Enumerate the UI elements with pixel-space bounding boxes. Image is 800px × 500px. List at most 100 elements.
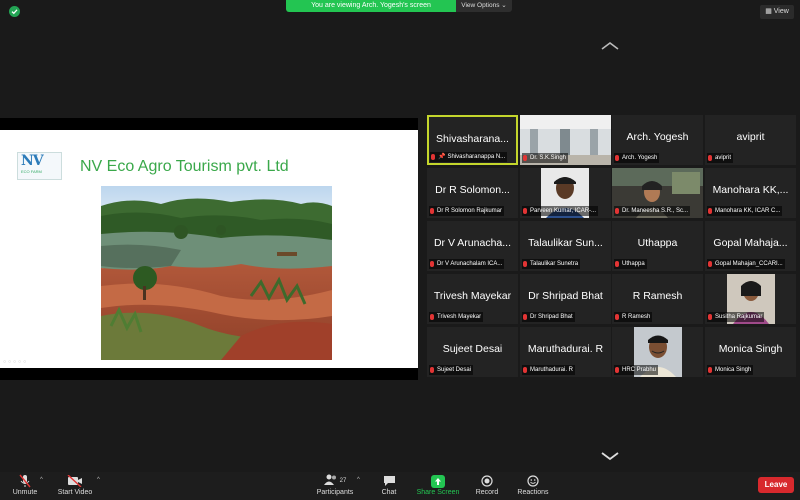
muted-mic-icon — [430, 314, 434, 320]
chat-icon — [377, 474, 401, 488]
start-video-button[interactable]: Start Video — [55, 474, 95, 496]
participant-name-tag: Gopal Mahajan_CCARI... — [707, 259, 785, 269]
meeting-toolbar: Unmute ^ Start Video ^ 27 Participants ^… — [0, 472, 800, 500]
participant-name-tag: Dr Shripad Bhat — [522, 312, 575, 322]
chat-button[interactable]: Chat — [377, 474, 401, 496]
participant-tile[interactable]: Susitha Rajkumar — [705, 274, 796, 324]
participant-name-tag: Monica Singh — [707, 365, 754, 375]
share-screen-icon — [414, 474, 462, 488]
participant-tile[interactable]: Talaulikar Sun... Talaulikar Sunetra — [520, 221, 611, 271]
slide-title: NV Eco Agro Tourism pvt. Ltd — [80, 158, 289, 175]
participant-display-name: Arch. Yogesh — [626, 131, 689, 143]
participant-name-tag: Sujeet Desai — [429, 365, 474, 375]
participant-display-name: R Ramesh — [632, 290, 683, 302]
participant-tile[interactable]: HRC Prabhu — [612, 327, 703, 377]
participant-tile[interactable]: R Ramesh R Ramesh — [612, 274, 703, 324]
encryption-shield-icon[interactable] — [9, 6, 20, 17]
participant-name-tag: Dr V Arunachalam ICA... — [429, 259, 505, 269]
muted-mic-icon — [430, 367, 434, 373]
reactions-button[interactable]: Reactions — [515, 474, 551, 496]
participant-tile[interactable]: Uthappa Uthappa — [612, 221, 703, 271]
view-button[interactable]: ▦ View — [760, 5, 794, 19]
muted-mic-icon — [708, 261, 712, 267]
muted-microphone-icon — [10, 474, 40, 488]
gallery-scroll-down-icon[interactable] — [600, 448, 620, 466]
participant-name-tag: Parveen Kumar, ICAR-... — [522, 206, 599, 216]
participant-label-text: Talaulikar Sunetra — [530, 261, 579, 267]
muted-mic-icon — [523, 208, 527, 214]
muted-mic-icon — [431, 154, 435, 160]
participant-label-text: Dr R Solomon Rajkumar — [437, 208, 503, 214]
grid-icon: ▦ — [765, 8, 772, 15]
participant-label-text: Dr. S.K.Singh — [530, 155, 567, 161]
participant-display-name: Sujeet Desai — [442, 343, 503, 355]
participant-tile[interactable]: Gopal Mahaja... Gopal Mahajan_CCARI... — [705, 221, 796, 271]
participant-tile[interactable]: aviprit aviprit — [705, 115, 796, 165]
gallery-scroll-up-icon[interactable] — [600, 38, 620, 56]
muted-mic-icon — [708, 367, 712, 373]
participant-tile[interactable]: Manohara KK,... Manohara KK, ICAR C... — [705, 168, 796, 218]
participant-display-name: Dr R Solomon... — [435, 184, 510, 196]
muted-mic-icon — [708, 208, 712, 214]
participant-tile[interactable]: Dr V Arunacha... Dr V Arunachalam ICA... — [427, 221, 518, 271]
muted-mic-icon — [430, 261, 434, 267]
participant-tile[interactable]: Dr Shripad Bhat Dr Shripad Bhat — [520, 274, 611, 324]
participant-tile[interactable]: Trivesh Mayekar Trivesh Mayekar — [427, 274, 518, 324]
unmute-label: Unmute — [12, 489, 38, 496]
participant-label-text: Trivesh Mayekar — [437, 314, 482, 320]
leave-button[interactable]: Leave — [758, 477, 794, 493]
participant-display-name: aviprit — [736, 131, 765, 143]
chat-label: Chat — [381, 489, 397, 496]
participant-tile[interactable]: Arch. Yogesh Arch. Yogesh — [612, 115, 703, 165]
share-screen-label: Share Screen — [416, 489, 460, 496]
participant-label-text: Dr. Maneesha S.R., Sc... — [622, 208, 689, 214]
participant-label-text: Arch. Yogesh — [622, 155, 658, 161]
participant-label-text: HRC Prabhu — [622, 367, 657, 373]
participant-label-text: Parveen Kumar, ICAR-... — [530, 208, 597, 214]
participant-label-text: Susitha Rajkumar — [715, 314, 763, 320]
participant-tile[interactable]: Shivasharana... 📌 Shivasharanappa N... — [427, 115, 518, 165]
nv-eco-farm-logo: NV ECO FARM — [17, 152, 62, 180]
audio-options-caret-icon[interactable]: ^ — [40, 477, 43, 483]
lake-photo — [101, 186, 332, 360]
participant-display-name: Dr Shripad Bhat — [528, 290, 603, 302]
participant-tile[interactable]: Dr. S.K.Singh — [520, 115, 611, 165]
participant-label-text: Monica Singh — [715, 367, 752, 373]
participant-name-tag: Manohara KK, ICAR C... — [707, 206, 783, 216]
video-off-icon — [55, 474, 95, 488]
record-button[interactable]: Record — [472, 474, 502, 496]
participant-name-tag: Dr. Maneesha S.R., Sc... — [614, 206, 691, 216]
start-video-label: Start Video — [57, 489, 93, 496]
participant-tile[interactable]: Sujeet Desai Sujeet Desai — [427, 327, 518, 377]
participant-tile[interactable]: Maruthadurai. R Maruthadurai. R — [520, 327, 611, 377]
view-options-label: View Options — [461, 2, 500, 9]
record-label: Record — [475, 489, 499, 496]
participant-tile[interactable]: Monica Singh Monica Singh — [705, 327, 796, 377]
participant-tile[interactable]: Parveen Kumar, ICAR-... — [520, 168, 611, 218]
participant-name-tag: Talaulikar Sunetra — [522, 259, 581, 269]
participant-display-name: Gopal Mahaja... — [713, 237, 788, 249]
participant-label-text: aviprit — [715, 155, 732, 161]
logo-subtext: ECO FARM — [21, 169, 42, 174]
participant-label-text: Dr Shripad Bhat — [530, 314, 573, 320]
unmute-button[interactable]: Unmute — [10, 474, 40, 496]
muted-mic-icon — [430, 208, 434, 214]
video-options-caret-icon[interactable]: ^ — [97, 477, 100, 483]
slide-controls[interactable]: ○○○○○ — [3, 359, 28, 365]
participant-tile[interactable]: Dr R Solomon... Dr R Solomon Rajkumar — [427, 168, 518, 218]
view-options-dropdown[interactable]: View Options ⌄ — [456, 0, 512, 12]
reactions-smiley-icon — [515, 474, 551, 488]
participant-label-text: Sujeet Desai — [437, 367, 472, 373]
muted-mic-icon — [523, 155, 527, 161]
participant-display-name: Monica Singh — [718, 343, 783, 355]
muted-mic-icon — [523, 261, 527, 267]
participant-label-text: Dr V Arunachalam ICA... — [437, 261, 503, 267]
participant-label-text: Shivasharanappa N... — [447, 154, 506, 160]
participant-name-tag: Arch. Yogesh — [614, 153, 660, 163]
participants-button[interactable]: 27 Participants — [314, 474, 356, 496]
share-screen-button[interactable]: Share Screen — [414, 474, 462, 496]
participants-caret-icon[interactable]: ^ — [357, 477, 360, 483]
participant-tile[interactable]: Dr. Maneesha S.R., Sc... — [612, 168, 703, 218]
muted-mic-icon — [615, 155, 619, 161]
participant-display-name: Manohara KK,... — [712, 184, 789, 196]
